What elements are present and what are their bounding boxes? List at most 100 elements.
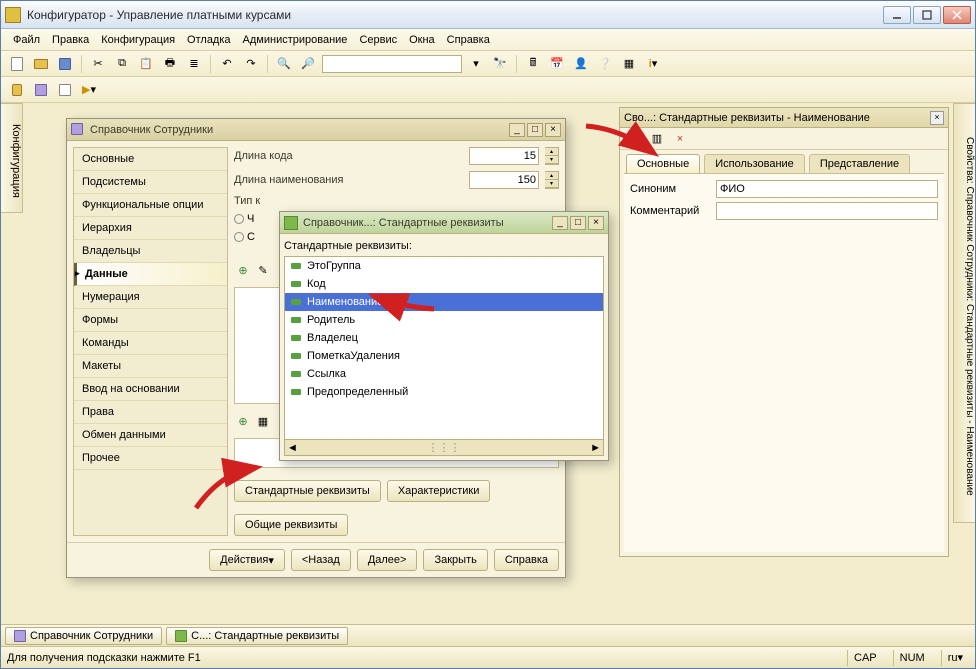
radio-option-2[interactable]: С (234, 231, 255, 243)
std-maximize-icon[interactable]: □ (570, 216, 586, 230)
nav-numbering[interactable]: Нумерация (74, 286, 227, 309)
redo-icon[interactable]: ↷ (241, 54, 261, 74)
nav-basic[interactable]: Основные (74, 148, 227, 171)
menu-bar: Файл Правка Конфигурация Отладка Админис… (1, 29, 975, 51)
properties-toolbar: ⇅ ▥ × (620, 128, 948, 150)
grid-icon[interactable] (55, 80, 75, 100)
properties-close-icon[interactable]: × (930, 111, 944, 125)
next-button[interactable]: Далее> (357, 549, 418, 571)
properties-titlebar[interactable]: Сво...: Стандартные реквизиты - Наименов… (620, 108, 948, 128)
dialog-maximize-icon[interactable]: □ (527, 123, 543, 137)
add-attr-icon[interactable]: ⊕ (234, 261, 252, 279)
new-icon[interactable] (7, 54, 27, 74)
menu-admin[interactable]: Администрирование (237, 32, 354, 48)
nav-commands[interactable]: Команды (74, 332, 227, 355)
name-length-spinner[interactable]: ▴▾ (545, 171, 559, 189)
minimize-button[interactable] (883, 6, 911, 24)
find2-icon[interactable]: 🔎 (298, 54, 318, 74)
add-tab-icon[interactable]: ⊕ (234, 412, 252, 430)
maximize-button[interactable] (913, 6, 941, 24)
horizontal-scrollbar[interactable]: ◄⋮⋮⋮► (284, 440, 604, 456)
tab-presentation[interactable]: Представление (809, 154, 910, 173)
grid-tab-icon[interactable]: ▦ (254, 412, 272, 430)
cut-icon[interactable]: ✂ (88, 54, 108, 74)
std-minimize-icon[interactable]: _ (552, 216, 568, 230)
undo-icon[interactable]: ↶ (217, 54, 237, 74)
nav-data[interactable]: Данные (74, 263, 227, 286)
search-input[interactable] (322, 55, 462, 73)
task-tab-std[interactable]: С...: Стандартные реквизиты (166, 627, 348, 645)
menu-config[interactable]: Конфигурация (95, 32, 181, 48)
menu-service[interactable]: Сервис (353, 32, 403, 48)
save-icon[interactable] (55, 54, 75, 74)
code-length-input[interactable]: 15 (469, 147, 539, 165)
nav-forms[interactable]: Формы (74, 309, 227, 332)
std-requisites-button[interactable]: Стандартные реквизиты (234, 480, 381, 502)
back-button[interactable]: <Назад (291, 549, 351, 571)
std-close-icon[interactable]: × (588, 216, 604, 230)
find-icon[interactable]: 🔍 (274, 54, 294, 74)
nav-exchange[interactable]: Обмен данными (74, 424, 227, 447)
nav-owners[interactable]: Владельцы (74, 240, 227, 263)
nav-templates[interactable]: Макеты (74, 355, 227, 378)
tab-basic[interactable]: Основные (626, 154, 700, 173)
status-bar: Для получения подсказки нажмите F1 CAP N… (1, 646, 975, 668)
synonym-input[interactable] (716, 180, 938, 198)
nav-subsystems[interactable]: Подсистемы (74, 171, 227, 194)
paste-icon[interactable]: 📋 (136, 54, 156, 74)
radio-option-1[interactable]: Ч (234, 213, 254, 225)
nav-hierarchy[interactable]: Иерархия (74, 217, 227, 240)
menu-debug[interactable]: Отладка (181, 32, 236, 48)
properties-panel: Сво...: Стандартные реквизиты - Наименов… (619, 107, 949, 557)
catalog-dialog-titlebar[interactable]: Справочник Сотрудники _ □ × (67, 119, 565, 141)
filter-icon[interactable]: ▥ (647, 129, 667, 149)
menu-windows[interactable]: Окна (403, 32, 441, 48)
edit-attr-icon[interactable]: ✎ (254, 261, 272, 279)
calendar-icon[interactable]: 📅 (547, 54, 567, 74)
print-icon[interactable]: 🖶 (160, 54, 180, 74)
properties-sidebar-tab[interactable]: Свойства: Справочник Сотрудники: Стандар… (953, 103, 975, 523)
common-requisites-button[interactable]: Общие реквизиты (234, 514, 348, 536)
characteristics-button[interactable]: Характеристики (387, 480, 491, 502)
dialog-close-icon[interactable]: × (545, 123, 561, 137)
close-dialog-button[interactable]: Закрыть (423, 549, 487, 571)
syntax-icon[interactable]: 👤 (571, 54, 591, 74)
spreadsheet-icon[interactable]: ▦ (619, 54, 639, 74)
name-length-input[interactable]: 150 (469, 171, 539, 189)
open-icon[interactable] (31, 54, 51, 74)
nav-funcopts[interactable]: Функциональные опции (74, 194, 227, 217)
dialog-minimize-icon[interactable]: _ (509, 123, 525, 137)
help-icon[interactable]: ❔ (595, 54, 615, 74)
nav-other[interactable]: Прочее (74, 447, 227, 470)
std-requisites-list[interactable]: ЭтоГруппа Код Наименование Родитель Влад… (284, 256, 604, 440)
update-icon[interactable] (31, 80, 51, 100)
menu-file[interactable]: Файл (7, 32, 46, 48)
config-sidebar-tab[interactable]: Конфигурация (1, 103, 23, 213)
std-dialog-titlebar[interactable]: Справочник...: Стандартные реквизиты _ □… (280, 212, 608, 234)
run-icon[interactable]: ▶▾ (79, 80, 99, 100)
calc-icon[interactable]: 🖩 (523, 54, 543, 74)
status-cap: CAP (847, 650, 883, 666)
nav-basedon[interactable]: Ввод на основании (74, 378, 227, 401)
actions-button[interactable]: Действия ▾ (209, 549, 285, 571)
code-length-spinner[interactable]: ▴▾ (545, 147, 559, 165)
menu-help[interactable]: Справка (441, 32, 496, 48)
compare-icon[interactable]: ≣ (184, 54, 204, 74)
catalog-dialog-title: Справочник Сотрудники (90, 124, 509, 136)
close-button[interactable] (943, 6, 971, 24)
help-button[interactable]: Справка (494, 549, 559, 571)
copy-icon[interactable]: ⧉ (112, 54, 132, 74)
nav-rights[interactable]: Права (74, 401, 227, 424)
info-icon[interactable]: i▾ (643, 54, 663, 74)
remove-icon[interactable]: × (670, 129, 690, 149)
attr-icon (291, 353, 301, 359)
comment-input[interactable] (716, 202, 938, 220)
menu-edit[interactable]: Правка (46, 32, 95, 48)
status-lang[interactable]: ru ▾ (941, 650, 969, 666)
search-dropdown-icon[interactable]: ▾ (466, 54, 486, 74)
tab-usage[interactable]: Использование (704, 154, 805, 173)
sort-icon[interactable]: ⇅ (624, 129, 644, 149)
binoculars-icon[interactable]: 🔭 (490, 54, 510, 74)
task-tab-catalog[interactable]: Справочник Сотрудники (5, 627, 162, 645)
db-icon[interactable] (7, 80, 27, 100)
